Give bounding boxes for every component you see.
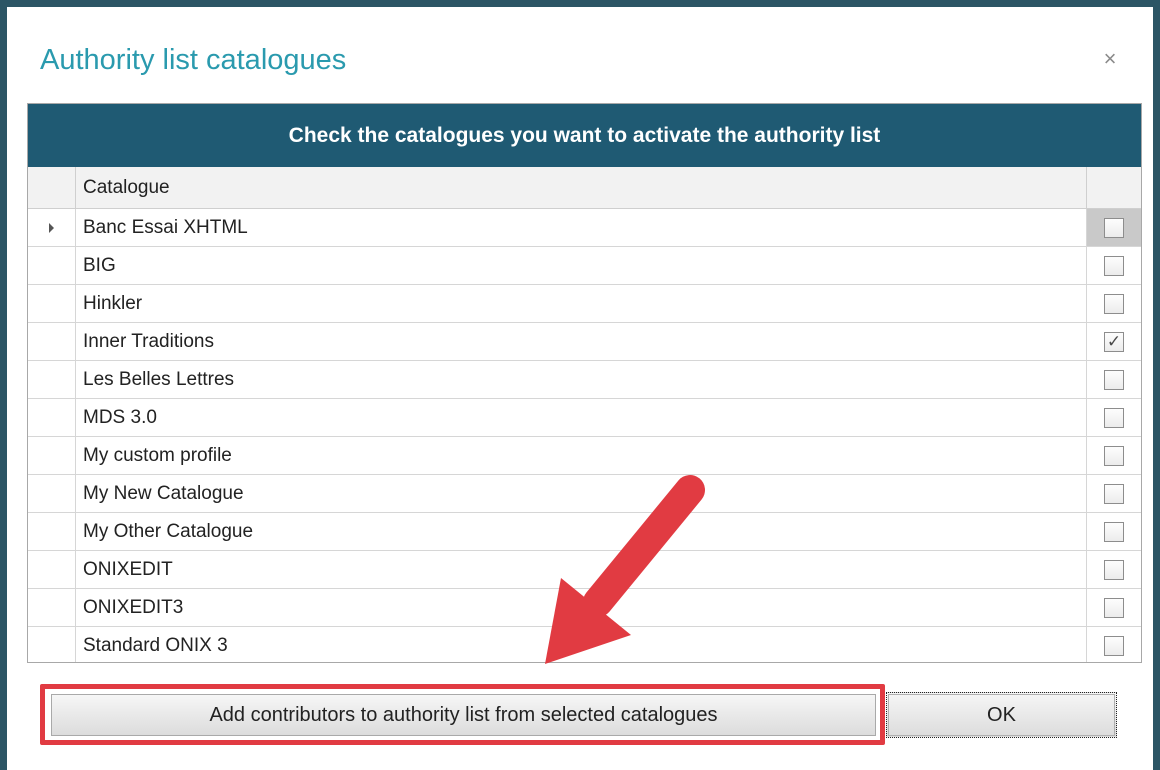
catalogue-row[interactable]: My custom profile <box>28 437 1141 475</box>
checkbox-cell <box>1086 437 1141 474</box>
catalogue-name[interactable]: ONIXEDIT <box>76 551 1086 588</box>
checkbox-cell <box>1086 399 1141 436</box>
catalogue-row[interactable]: BIG <box>28 247 1141 285</box>
row-indicator[interactable] <box>28 361 76 398</box>
catalogue-grid: Check the catalogues you want to activat… <box>27 103 1142 663</box>
checkbox-cell <box>1086 627 1141 662</box>
row-indicator[interactable] <box>28 323 76 360</box>
catalogue-row[interactable]: My New Catalogue <box>28 475 1141 513</box>
catalogue-name[interactable]: MDS 3.0 <box>76 399 1086 436</box>
add-contributors-button[interactable]: Add contributors to authority list from … <box>51 694 876 736</box>
grid-banner: Check the catalogues you want to activat… <box>28 104 1141 167</box>
checkbox-cell <box>1086 209 1141 246</box>
close-icon[interactable]: × <box>1098 44 1122 74</box>
checkbox-cell <box>1086 285 1141 322</box>
row-indicator[interactable] <box>28 551 76 588</box>
checkbox-cell <box>1086 247 1141 284</box>
row-indicator[interactable] <box>28 627 76 662</box>
catalogue-name[interactable]: My New Catalogue <box>76 475 1086 512</box>
catalogue-row[interactable]: MDS 3.0 <box>28 399 1141 437</box>
column-header-check <box>1086 167 1141 208</box>
checkbox-cell: ✓ <box>1086 323 1141 360</box>
catalogue-checkbox[interactable] <box>1104 293 1124 314</box>
row-header-corner <box>28 167 76 208</box>
catalogue-name[interactable]: Standard ONIX 3 <box>76 627 1086 662</box>
catalogue-checkbox[interactable] <box>1104 559 1124 580</box>
catalogue-name[interactable]: ONIXEDIT3 <box>76 589 1086 626</box>
catalogue-row[interactable]: ONIXEDIT <box>28 551 1141 589</box>
catalogue-checkbox[interactable] <box>1104 445 1124 466</box>
dialog-title: Authority list catalogues <box>40 44 347 76</box>
row-indicator[interactable] <box>28 437 76 474</box>
row-indicator[interactable] <box>28 589 76 626</box>
catalogue-name[interactable]: Les Belles Lettres <box>76 361 1086 398</box>
catalogue-checkbox[interactable] <box>1104 369 1124 390</box>
ok-button[interactable]: OK <box>886 692 1117 738</box>
row-indicator[interactable] <box>28 209 76 246</box>
row-indicator[interactable] <box>28 513 76 550</box>
checkbox-cell <box>1086 361 1141 398</box>
catalogue-checkbox[interactable]: ✓ <box>1104 331 1124 352</box>
row-indicator[interactable] <box>28 475 76 512</box>
catalogue-row[interactable]: ONIXEDIT3 <box>28 589 1141 627</box>
catalogue-checkbox[interactable] <box>1104 521 1124 542</box>
catalogue-name[interactable]: My Other Catalogue <box>76 513 1086 550</box>
catalogue-name[interactable]: BIG <box>76 247 1086 284</box>
grid-header-row: Catalogue <box>28 167 1141 209</box>
catalogue-checkbox[interactable] <box>1104 483 1124 504</box>
column-header-catalogue[interactable]: Catalogue <box>76 167 1086 208</box>
catalogue-row[interactable]: Les Belles Lettres <box>28 361 1141 399</box>
row-pointer-icon <box>49 222 54 233</box>
checkbox-cell <box>1086 589 1141 626</box>
catalogue-row[interactable]: Banc Essai XHTML <box>28 209 1141 247</box>
checkbox-cell <box>1086 551 1141 588</box>
catalogue-checkbox[interactable] <box>1104 635 1124 656</box>
catalogue-name[interactable]: My custom profile <box>76 437 1086 474</box>
catalogue-checkbox[interactable] <box>1104 407 1124 428</box>
row-indicator[interactable] <box>28 399 76 436</box>
catalogue-checkbox[interactable] <box>1104 217 1124 238</box>
catalogue-row[interactable]: Standard ONIX 3 <box>28 627 1141 662</box>
checkmark-icon: ✓ <box>1106 332 1122 351</box>
row-indicator[interactable] <box>28 247 76 284</box>
catalogue-name[interactable]: Banc Essai XHTML <box>76 209 1086 246</box>
catalogue-row[interactable]: Hinkler <box>28 285 1141 323</box>
catalogue-row[interactable]: Inner Traditions ✓ <box>28 323 1141 361</box>
checkbox-cell <box>1086 513 1141 550</box>
catalogue-checkbox[interactable] <box>1104 597 1124 618</box>
catalogue-name[interactable]: Hinkler <box>76 285 1086 322</box>
catalogue-name[interactable]: Inner Traditions <box>76 323 1086 360</box>
catalogue-checkbox[interactable] <box>1104 255 1124 276</box>
checkbox-cell <box>1086 475 1141 512</box>
row-indicator[interactable] <box>28 285 76 322</box>
catalogue-row[interactable]: My Other Catalogue <box>28 513 1141 551</box>
